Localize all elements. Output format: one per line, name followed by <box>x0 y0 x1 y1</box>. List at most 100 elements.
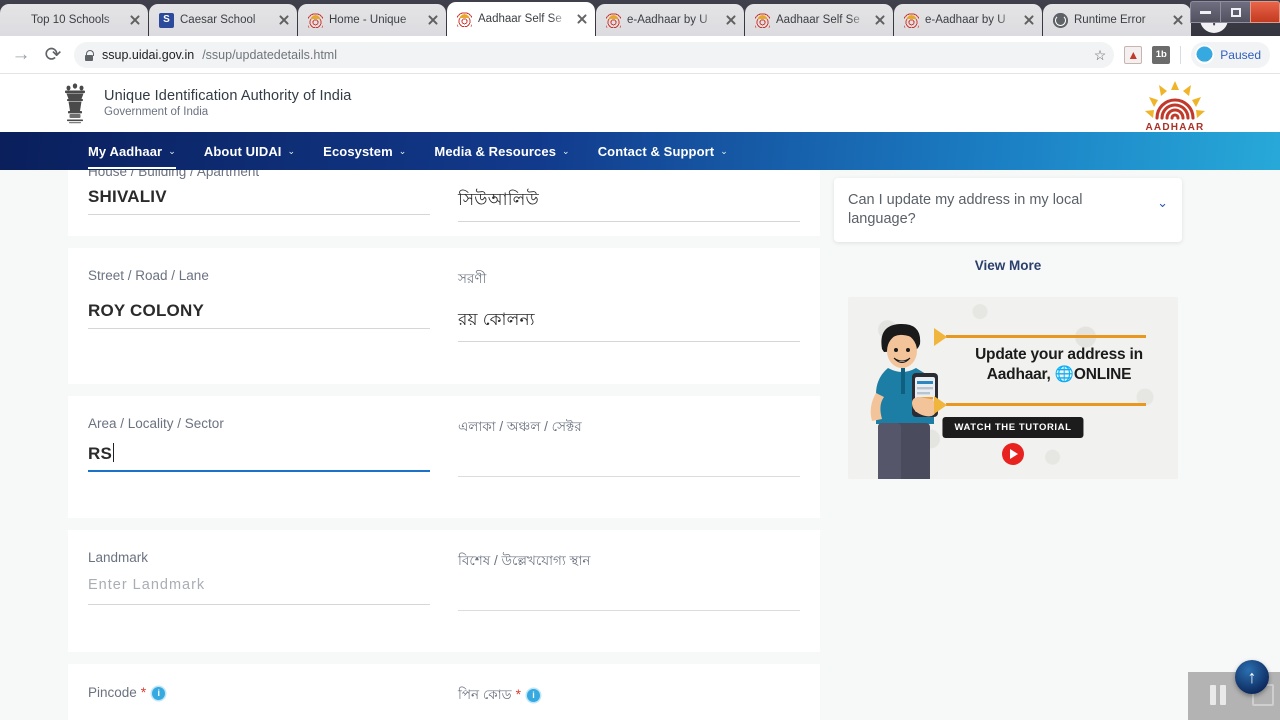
tab-close-icon[interactable] <box>128 13 142 27</box>
onetab-extension-icon[interactable]: 1b <box>1152 45 1171 64</box>
banner-chevron-icon <box>934 396 947 415</box>
form-field-street-road-lane: Street / Road / Lane ROY COLONY সরণী রয়… <box>68 248 820 384</box>
play-button-icon[interactable] <box>1002 443 1024 466</box>
profile-paused-button[interactable]: Paused <box>1191 41 1270 68</box>
browser-tab[interactable]: S Caesar School <box>149 4 297 36</box>
tab-close-icon[interactable] <box>426 13 440 27</box>
bookmark-star-icon[interactable]: ☆ <box>1094 48 1107 62</box>
blank-favicon <box>10 13 25 28</box>
field-value-bn[interactable]: সিউআলিউ <box>458 187 800 222</box>
field-value-en[interactable]: RS <box>88 443 430 472</box>
restore-button[interactable] <box>1220 1 1250 23</box>
pdf-extension-icon[interactable]: ▲ <box>1124 45 1143 64</box>
nav-item-about-uidai[interactable]: About UIDAI ⌄ <box>204 132 295 170</box>
tab-close-icon[interactable] <box>1171 13 1185 27</box>
nav-item-ecosystem[interactable]: Ecosystem ⌄ <box>323 132 406 170</box>
avatar <box>1195 45 1215 64</box>
scroll-to-top-button[interactable]: ↑ <box>1235 660 1269 694</box>
banner-divider-top <box>946 335 1146 339</box>
text-cursor <box>113 443 115 462</box>
field-value-en[interactable]: SHIVALIV <box>88 187 430 215</box>
field-group-english: Landmark Enter Landmark <box>88 550 430 605</box>
tab-close-icon[interactable] <box>724 13 738 27</box>
banner-headline: Update your address in Aadhaar, 🌐ONLINE <box>952 345 1166 384</box>
window-controls <box>1190 0 1280 24</box>
field-label-text: Pincode <box>88 685 137 700</box>
india-emblem-icon <box>60 81 90 125</box>
field-input-en[interactable]: Enter Landmark <box>88 577 430 605</box>
chevron-down-icon: ⌄ <box>168 145 176 156</box>
field-value-bn[interactable]: রয় কোলন্য <box>458 307 800 342</box>
field-input-bn[interactable] <box>458 583 800 611</box>
field-label-en: Area / Locality / Sector <box>88 416 224 431</box>
form-field-house-building-apartment: House / Building / Apartment SHIVALIV সি… <box>68 170 820 236</box>
tab-close-icon[interactable] <box>575 12 589 26</box>
info-icon[interactable]: i <box>152 687 166 700</box>
tutorial-banner[interactable]: Update your address in Aadhaar, 🌐ONLINE … <box>848 297 1178 480</box>
chevron-down-icon: ⌄ <box>562 145 570 156</box>
field-group-english: Street / Road / Lane ROY COLONY <box>88 268 430 329</box>
field-group-bengali: পিন কোড * i <box>458 684 800 706</box>
view-more-link[interactable]: View More <box>834 258 1182 273</box>
url-host: ssup.uidai.gov.in <box>102 47 195 62</box>
info-icon[interactable]: i <box>527 689 541 702</box>
browser-tab[interactable]: Top 10 Schools <box>0 4 148 36</box>
faq-question: Can I update my address in my local lang… <box>848 192 1083 228</box>
page-viewport: Unique Identification Authority of India… <box>0 74 1280 720</box>
field-label-bn: এলাকা / অঞ্চল / সেক্টর <box>458 419 582 434</box>
field-value-en[interactable]: ROY COLONY <box>88 301 430 329</box>
aadhaar-favicon <box>606 12 621 28</box>
banner-chevron-icon <box>934 328 947 347</box>
field-group-english: House / Building / Apartment SHIVALIV <box>88 170 430 218</box>
field-label-en: House / Building / Apartment <box>88 170 260 179</box>
faq-accordion-item[interactable]: Can I update my address in my local lang… <box>834 178 1182 243</box>
watch-tutorial-button[interactable]: WATCH THE TUTORIAL <box>942 417 1084 439</box>
tab-title: Caesar School <box>180 14 256 26</box>
browser-tab-active[interactable]: Aadhaar Self Se <box>447 2 595 36</box>
forward-icon[interactable] <box>10 44 32 66</box>
field-group-bengali: সিউআলিউ <box>458 170 800 222</box>
field-label-bn: সরণী <box>458 271 487 286</box>
reload-icon[interactable] <box>42 44 64 66</box>
minimize-button[interactable] <box>1190 1 1220 23</box>
sidebar: Can I update my address in my local lang… <box>820 170 1220 720</box>
field-value-bn[interactable] <box>458 449 800 477</box>
globe-icon: 🌐 <box>1054 365 1074 383</box>
s-favicon: S <box>159 12 174 28</box>
aadhaar-favicon <box>755 12 770 28</box>
aadhaar-favicon <box>904 12 919 28</box>
site-header-text: Unique Identification Authority of India… <box>104 88 351 118</box>
browser-window: Top 10 Schools S Caesar School Home - Un… <box>0 0 1280 720</box>
field-label-en: Landmark <box>88 550 149 565</box>
close-window-button[interactable] <box>1250 1 1280 23</box>
nav-item-my-aadhaar[interactable]: My Aadhaar ⌄ <box>88 132 176 170</box>
field-label-en: Street / Road / Lane <box>88 268 209 283</box>
tab-title: Home - Unique <box>329 14 407 26</box>
site-title: Unique Identification Authority of India <box>104 88 352 104</box>
field-label-bn <box>458 170 800 181</box>
url-path: /ssup/updatedetails.html <box>202 47 337 62</box>
browser-tab[interactable]: e-Aadhaar by U <box>894 4 1042 36</box>
field-group-english: Pincode * i <box>88 684 430 706</box>
browser-tab[interactable]: Home - Unique <box>298 4 446 36</box>
chevron-down-icon: ⌄ <box>398 145 407 156</box>
aadhaar-favicon <box>457 11 472 27</box>
address-bar[interactable]: ssup.uidai.gov.in/ssup/updatedetails.htm… <box>74 41 1115 68</box>
field-label-bn: বিশেষ / উল্লেখযোগ্য স্থান <box>458 553 591 568</box>
svg-text:AADHAAR: AADHAAR <box>1146 122 1205 132</box>
tab-close-icon[interactable] <box>873 13 887 27</box>
globe-favicon <box>1053 12 1068 28</box>
tab-close-icon[interactable] <box>277 13 291 27</box>
nav-item-contact-support[interactable]: Contact & Support ⌄ <box>598 132 728 170</box>
chevron-down-icon[interactable]: ⌄ <box>1157 196 1168 209</box>
nav-item-media-resources[interactable]: Media & Resources ⌄ <box>434 132 569 170</box>
browser-tab[interactable]: e-Aadhaar by U <box>596 4 744 36</box>
browser-tab[interactable]: Aadhaar Self Se <box>745 4 893 36</box>
tab-close-icon[interactable] <box>1022 13 1036 27</box>
nav-label: My Aadhaar <box>88 143 163 159</box>
browser-tab[interactable]: Runtime Error <box>1043 4 1191 36</box>
required-asterisk: * <box>140 684 147 700</box>
field-label-text: পিন কোড <box>458 687 512 702</box>
field-group-english: Area / Locality / Sector RS <box>88 416 430 472</box>
tab-title: e-Aadhaar by U <box>925 14 1006 26</box>
